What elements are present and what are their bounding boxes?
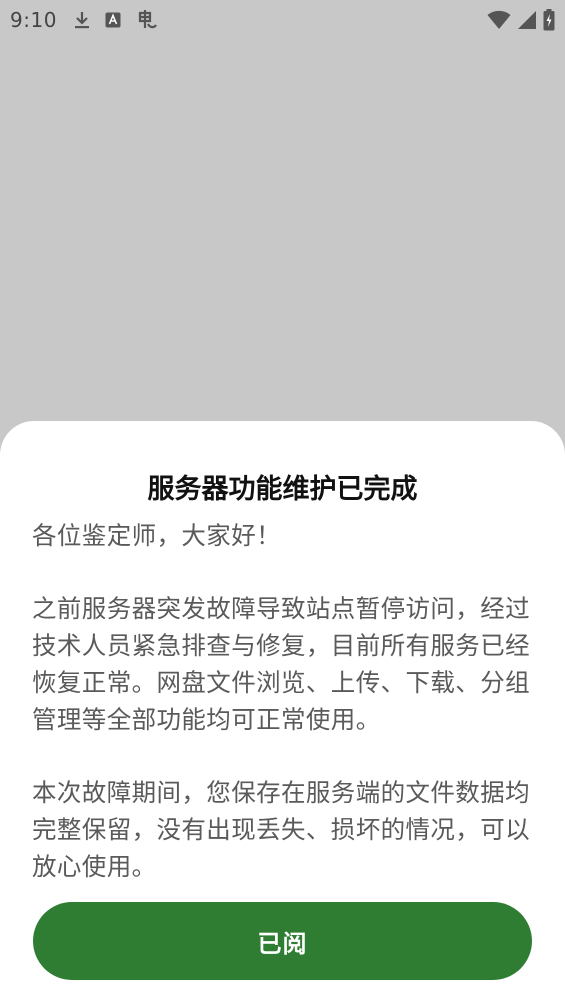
status-system-icons — [487, 9, 555, 31]
screen: 9:10 服务器功能维护已完成 各位鉴定师，大家好！ 之前服务器突发故障导致站点… — [0, 0, 565, 1004]
status-notification-icons — [73, 8, 159, 32]
notice-paragraph-1: 之前服务器突发故障导致站点暂停访问，经过技术人员紧急排查与修复，目前所有服务已经… — [32, 594, 530, 734]
status-bar: 9:10 — [0, 0, 565, 40]
notice-greeting: 各位鉴定师，大家好！ — [32, 521, 281, 550]
bug-icon — [135, 8, 159, 32]
notice-title: 服务器功能维护已完成 — [147, 474, 418, 505]
download-icon — [73, 10, 91, 30]
status-time: 9:10 — [10, 8, 57, 32]
acknowledge-button[interactable]: 已阅 — [33, 902, 532, 980]
maintenance-notice-sheet: 服务器功能维护已完成 各位鉴定师，大家好！ 之前服务器突发故障导致站点暂停访问，… — [0, 421, 565, 1004]
notice-body: 各位鉴定师，大家好！ 之前服务器突发故障导致站点暂停访问，经过技术人员紧急排查与… — [32, 517, 537, 885]
translate-icon — [105, 12, 121, 28]
cellular-signal-icon — [517, 10, 537, 30]
wifi-icon — [487, 10, 511, 30]
notice-paragraph-2: 本次故障期间，您保存在服务端的文件数据均完整保留，没有出现丢失、损坏的情况，可以… — [32, 778, 530, 881]
battery-charging-icon — [543, 9, 555, 31]
